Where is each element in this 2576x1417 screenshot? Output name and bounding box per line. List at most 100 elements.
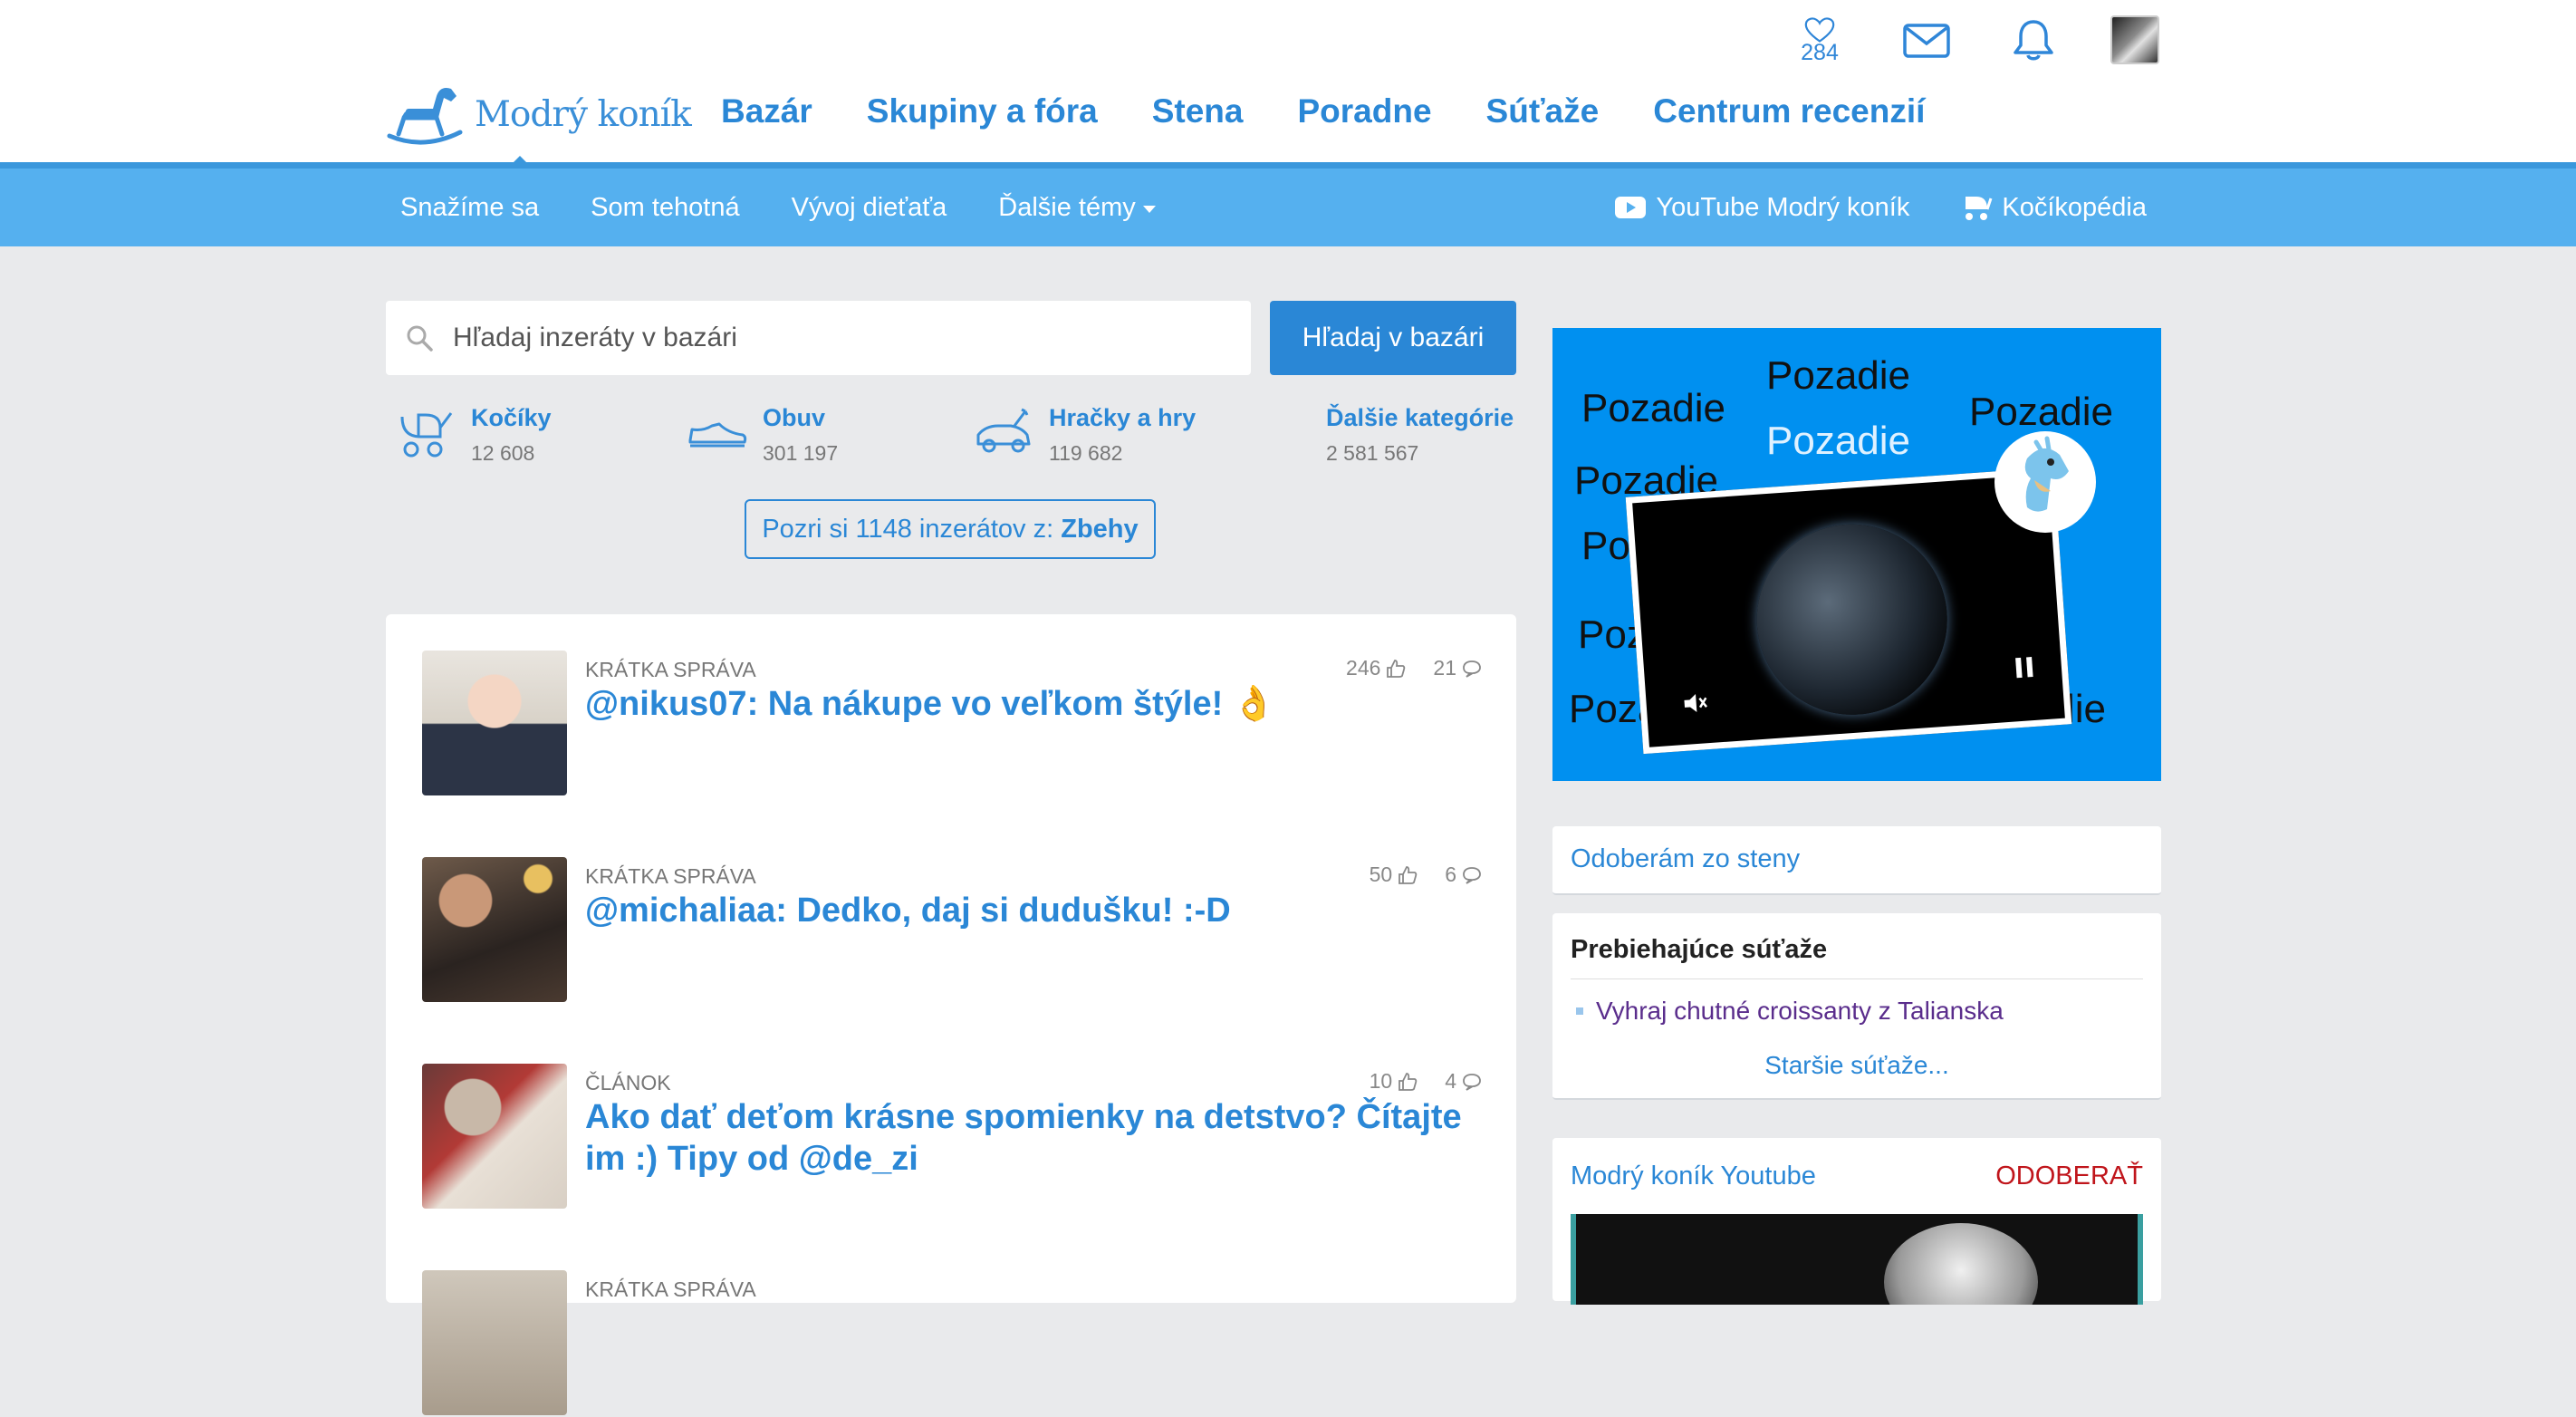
comment-count: 4 — [1445, 1069, 1456, 1093]
subnav-pregnant[interactable]: Som tehotná — [591, 193, 739, 223]
rocking-horse-icon — [387, 88, 463, 145]
nav-wall[interactable]: Stena — [1152, 92, 1244, 130]
nav-bazar[interactable]: Bazár — [721, 92, 812, 130]
comment-count: 21 — [1433, 656, 1456, 680]
feed-item-stats: 50 6 — [1370, 863, 1482, 887]
subnav-trying[interactable]: Snažíme sa — [400, 193, 539, 223]
nav-reviews[interactable]: Centrum recenzií — [1653, 92, 1925, 130]
category-name: Ďalšie kategórie — [1326, 404, 1514, 431]
feed-item-stats: 246 21 — [1346, 656, 1482, 680]
category-toys-games[interactable]: Hračky a hry 119 682 — [971, 404, 1196, 466]
video-thumbnail — [1884, 1223, 2038, 1305]
subnav-stroller-guide-label: Kočíkopédia — [2002, 192, 2147, 222]
pause-icon[interactable] — [2015, 657, 2034, 679]
category-count: 12 608 — [471, 441, 535, 465]
feed-item[interactable]: KRÁTKA SPRÁVA @nikus07: Na nákupe vo veľ… — [422, 651, 1482, 797]
nav-advice[interactable]: Poradne — [1298, 92, 1432, 130]
ad-text: Pozadie — [1581, 386, 1726, 430]
contests-card: Prebiehajúce súťaže Vyhraj chutné croiss… — [1552, 913, 2161, 1100]
user-avatar[interactable] — [2110, 15, 2159, 64]
main-nav: Bazár Skupiny a fóra Stena Poradne Súťaž… — [721, 92, 1925, 130]
contest-item[interactable]: Vyhraj chutné croissanty z Talianska — [1576, 997, 2004, 1026]
category-shoes[interactable]: Obuv 301 197 — [685, 404, 838, 466]
divider — [1571, 978, 2143, 979]
subnav-child-development[interactable]: Vývoj dieťaťa — [792, 193, 947, 223]
youtube-subscribe-button[interactable]: ODOBERAŤ — [1995, 1162, 2143, 1191]
youtube-channel-link[interactable]: Modrý koník Youtube — [1571, 1162, 1816, 1191]
feed-item-type: ČLÁNOK — [585, 1071, 671, 1094]
bazaar-search-box — [386, 301, 1251, 375]
user-toolbar: 284 — [1790, 13, 2159, 67]
active-section-caret — [510, 156, 530, 166]
envelope-icon — [1903, 24, 1950, 58]
bazaar-categories: Kočíky 12 608 Obuv 301 197 Hračky a hry … — [393, 404, 1520, 477]
bazaar-search-button[interactable]: Hľadaj v bazári — [1270, 301, 1516, 375]
comment-icon[interactable] — [1462, 1072, 1482, 1092]
category-name: Hračky a hry — [1049, 404, 1197, 431]
bullet-icon — [1576, 1007, 1583, 1015]
subnav-more-topics[interactable]: Ďalšie témy — [998, 193, 1156, 223]
site-logo[interactable]: Modrý koník — [384, 82, 692, 147]
bazaar-promo-button[interactable]: Pozri si 1148 inzerátov z: Zbehy — [745, 499, 1156, 559]
feed-item-title[interactable]: @nikus07: Na nákupe vo veľkom štýle! 👌 — [585, 683, 1473, 725]
contests-title: Prebiehajúce súťaže — [1571, 935, 1828, 964]
youtube-video[interactable] — [1571, 1214, 2143, 1305]
favorites-button[interactable]: 284 — [1790, 13, 1850, 67]
advertisement[interactable]: Pozadie Pozadie Pozadie Pozadie Pozadie … — [1552, 328, 2161, 781]
youtube-icon — [1615, 197, 1647, 218]
feed-thumbnail[interactable] — [422, 1064, 567, 1209]
mute-icon[interactable] — [1680, 689, 1709, 718]
feed-item[interactable]: KRÁTKA SPRÁVA @michaliaa: Dedko, daj si … — [422, 857, 1482, 1004]
feed-item-title[interactable]: @michaliaa: Dedko, daj si dudušku! :-D — [585, 890, 1473, 931]
messages-button[interactable] — [1897, 13, 1956, 67]
top-header: 284 Modrý koník Bazár Skupiny a fóra Ste… — [0, 0, 2576, 169]
bell-icon — [2014, 20, 2053, 61]
sub-nav: Snažíme sa Som tehotná Vývoj dieťaťa Ďal… — [0, 169, 2576, 246]
comment-icon[interactable] — [1462, 865, 1482, 885]
site-logo-text: Modrý koník — [475, 93, 692, 135]
ad-text: Pozadie — [1766, 353, 1911, 398]
comment-count: 6 — [1445, 863, 1456, 886]
feed-thumbnail[interactable] — [422, 651, 567, 795]
feed-item-stats: 10 4 — [1370, 1069, 1482, 1094]
notifications-button[interactable] — [2004, 13, 2063, 67]
feed-item[interactable]: ČLÁNOK Ako dať deťom krásne spomienky na… — [422, 1064, 1482, 1210]
like-count: 246 — [1346, 656, 1381, 680]
wall-feed: KRÁTKA SPRÁVA @nikus07: Na nákupe vo veľ… — [386, 614, 1516, 1415]
feed-item[interactable]: KRÁTKA SPRÁVA — [422, 1270, 1482, 1417]
category-name: Obuv — [763, 404, 826, 431]
subnav-stroller-guide[interactable]: Kočíkopédia — [1960, 193, 2147, 223]
subnav-youtube[interactable]: YouTube Modrý koník — [1614, 193, 1909, 223]
category-name: Kočíky — [471, 404, 552, 431]
nav-groups-forums[interactable]: Skupiny a fóra — [867, 92, 1098, 130]
feed-thumbnail[interactable] — [422, 857, 567, 1002]
category-count: 119 682 — [1049, 441, 1123, 465]
feed-item-title[interactable]: Ako dať deťom krásne spomienky na detstv… — [585, 1096, 1473, 1180]
promo-category: Zbehy — [1061, 514, 1139, 544]
subnav-more-topics-label: Ďalšie témy — [998, 192, 1136, 222]
feed-item-type: KRÁTKA SPRÁVA — [585, 658, 756, 681]
thumbs-up-icon[interactable] — [1386, 659, 1406, 679]
thumbs-up-icon[interactable] — [1398, 865, 1418, 885]
bazaar-search-input[interactable] — [451, 322, 1197, 354]
thumbs-up-icon[interactable] — [1398, 1072, 1418, 1092]
nav-contests[interactable]: Súťaže — [1486, 92, 1600, 130]
like-count: 50 — [1369, 863, 1393, 886]
feed-item-type: KRÁTKA SPRÁVA — [585, 864, 756, 888]
category-strollers[interactable]: Kočíky 12 608 — [393, 404, 552, 466]
follow-wall-link[interactable]: Odoberám zo steny — [1571, 844, 1800, 874]
earth-image — [1750, 517, 1954, 721]
stroller-icon — [400, 412, 453, 458]
ad-text: Pozadie — [1766, 419, 1911, 463]
stroller-icon — [1966, 197, 1993, 220]
feed-thumbnail[interactable] — [422, 1270, 567, 1415]
follow-wall-card: Odoberám zo steny — [1552, 826, 2161, 895]
shoe-icon — [688, 422, 747, 448]
category-more[interactable]: Ďalšie kategórie 2 581 567 — [1326, 404, 1514, 466]
contest-item-label: Vyhraj chutné croissanty z Talianska — [1596, 997, 2004, 1025]
like-count: 10 — [1369, 1069, 1393, 1093]
promo-prefix: Pozri si 1148 inzerátov z: — [762, 514, 1062, 544]
comment-icon[interactable] — [1462, 659, 1482, 679]
older-contests-link[interactable]: Staršie súťaže... — [1552, 1051, 2161, 1080]
chevron-down-icon — [1142, 206, 1156, 213]
